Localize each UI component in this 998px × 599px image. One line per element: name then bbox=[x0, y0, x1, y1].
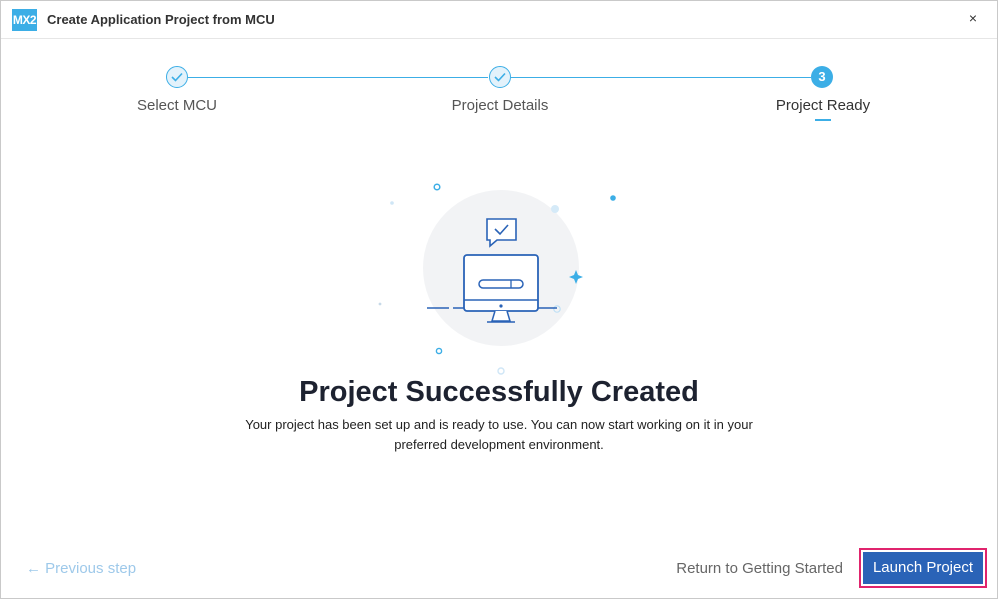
return-to-getting-started-button[interactable]: Return to Getting Started bbox=[676, 560, 843, 577]
launch-project-button[interactable]: Launch Project bbox=[863, 552, 983, 584]
description-line-1: Your project has been set up and is read… bbox=[245, 417, 753, 432]
stepper: 3 Select MCU Project Details Project Rea… bbox=[1, 61, 997, 131]
success-description: Your project has been set up and is read… bbox=[1, 415, 997, 455]
step-label-select-mcu: Select MCU bbox=[136, 97, 218, 114]
dialog-title: Create Application Project from MCU bbox=[47, 12, 275, 27]
computer-success-icon bbox=[371, 176, 631, 376]
title-bar: MX2 Create Application Project from MCU … bbox=[1, 1, 997, 39]
step-3-number-badge: 3 bbox=[811, 66, 833, 88]
page-title: Project Successfully Created bbox=[299, 376, 699, 408]
dialog-window: MX2 Create Application Project from MCU … bbox=[0, 0, 998, 599]
stepper-track-2 bbox=[511, 77, 811, 78]
app-logo: MX2 bbox=[12, 9, 37, 31]
step-2-check-icon bbox=[489, 66, 511, 88]
close-icon[interactable]: × bbox=[963, 8, 983, 28]
previous-step-button[interactable]: ← Previous step bbox=[26, 560, 136, 577]
active-step-underline bbox=[815, 119, 831, 121]
step-label-project-details: Project Details bbox=[451, 97, 549, 114]
description-line-2: preferred development environment. bbox=[394, 437, 604, 452]
step-label-project-ready: Project Ready bbox=[775, 97, 871, 114]
step-1-check-icon bbox=[166, 66, 188, 88]
stepper-track-1 bbox=[188, 77, 488, 78]
